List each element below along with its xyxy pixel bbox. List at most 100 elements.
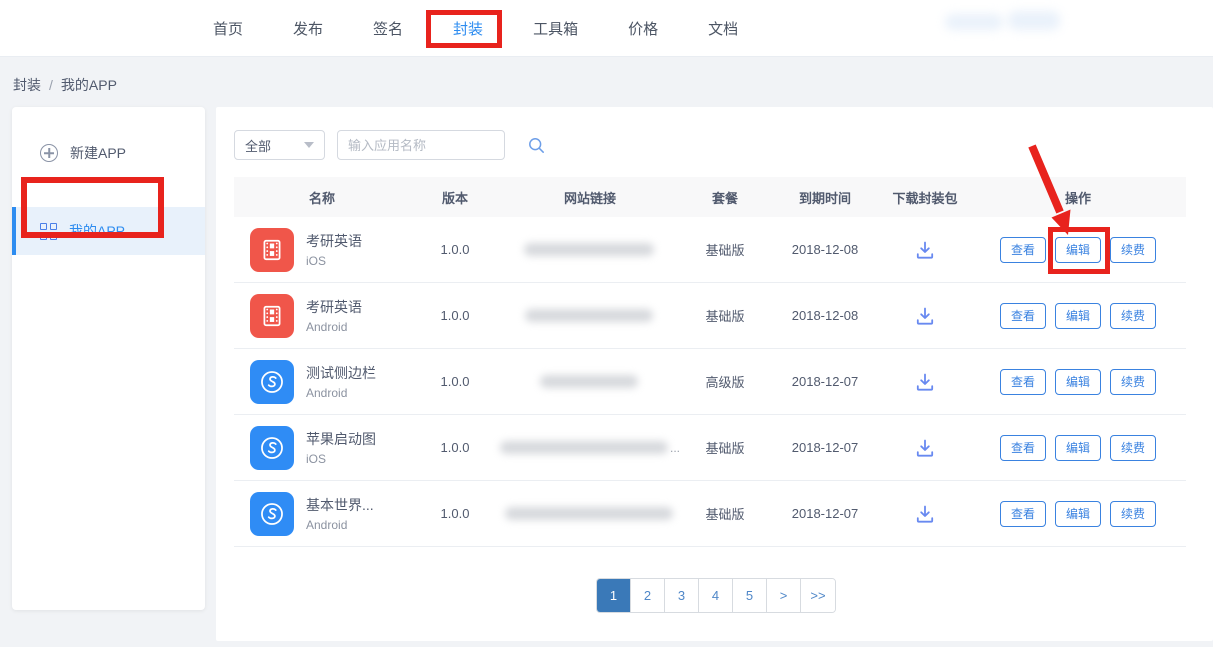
edit-button[interactable]: 编辑	[1055, 369, 1101, 395]
table-row: 考研英语 Android 1.0.0 基础版 2018-12-08 查看 编辑 …	[234, 283, 1186, 349]
renew-button[interactable]: 续费	[1110, 435, 1156, 461]
renew-button[interactable]: 续费	[1110, 303, 1156, 329]
pagination-button-4[interactable]: 4	[699, 579, 733, 612]
s-logo-app-icon	[250, 492, 294, 536]
table-row: 考研英语 iOS 1.0.0 基础版 2018-12-08 查看 编辑 续费	[234, 217, 1186, 283]
search-icon[interactable]	[528, 137, 545, 154]
actions-cell: 查看 编辑 续费	[970, 369, 1186, 395]
table-row: 苹果启动图 iOS 1.0.0 ... 基础版 2018-12-07 查看 编辑…	[234, 415, 1186, 481]
app-version: 1.0.0	[410, 242, 500, 257]
view-button[interactable]: 查看	[1000, 501, 1046, 527]
app-name-cell: 基本世界... Android	[234, 492, 410, 536]
app-name: 测试侧边栏	[306, 363, 376, 383]
nav-tab-首页[interactable]: 首页	[213, 1, 243, 56]
nav-tab-签名[interactable]: 签名	[373, 1, 403, 56]
app-platform: iOS	[306, 452, 376, 466]
view-button[interactable]: 查看	[1000, 369, 1046, 395]
pagination-button-1[interactable]: 1	[597, 579, 631, 612]
sidebar-item-label: 我的APP	[69, 221, 125, 241]
breadcrumb: 封装 / 我的APP	[13, 75, 117, 95]
blurred-user-info	[1008, 11, 1060, 30]
blurred-url	[524, 243, 654, 256]
table-header-cell: 版本	[410, 188, 500, 207]
website-link-cell	[500, 309, 680, 322]
download-package-icon[interactable]	[913, 436, 937, 460]
renew-button[interactable]: 续费	[1110, 369, 1156, 395]
pagination-button->>[interactable]: >>	[801, 579, 835, 612]
sidebar-item-label: 新建APP	[70, 143, 126, 163]
view-button[interactable]: 查看	[1000, 435, 1046, 461]
download-package-icon[interactable]	[913, 304, 937, 328]
download-package-icon[interactable]	[913, 370, 937, 394]
app-name-cell: 苹果启动图 iOS	[234, 426, 410, 470]
app-version: 1.0.0	[410, 440, 500, 455]
film-app-icon	[250, 228, 294, 272]
plan-badge: 基础版	[680, 438, 770, 457]
app-platform: Android	[306, 386, 376, 400]
plus-circle-icon	[40, 144, 58, 162]
s-logo-app-icon	[250, 360, 294, 404]
table-header-cell: 下载封装包	[880, 188, 970, 207]
app-platform: iOS	[306, 254, 362, 268]
table-header-cell: 操作	[970, 188, 1186, 207]
app-version: 1.0.0	[410, 374, 500, 389]
pagination-button->[interactable]: >	[767, 579, 801, 612]
top-header: 首页 发布 签名 封装 工具箱 价格 文档	[0, 0, 1213, 57]
app-name-cell: 考研英语 iOS	[234, 228, 410, 272]
sidebar-item-我的APP[interactable]: 我的APP	[12, 207, 205, 255]
expiry-date: 2018-12-08	[770, 242, 880, 257]
download-package-icon[interactable]	[913, 238, 937, 262]
edit-button[interactable]: 编辑	[1055, 501, 1101, 527]
edit-button[interactable]: 编辑	[1055, 237, 1101, 263]
table-row: 基本世界... Android 1.0.0 基础版 2018-12-07 查看 …	[234, 481, 1186, 547]
pagination-button-3[interactable]: 3	[665, 579, 699, 612]
blurred-url	[525, 309, 653, 322]
renew-button[interactable]: 续费	[1110, 237, 1156, 263]
blurred-url	[540, 375, 638, 388]
table-header-row: 名称版本网站链接套餐到期时间下载封装包操作	[234, 177, 1186, 217]
pagination-button-5[interactable]: 5	[733, 579, 767, 612]
nav-tab-工具箱[interactable]: 工具箱	[533, 1, 578, 56]
website-link-cell: ...	[500, 441, 680, 455]
view-button[interactable]: 查看	[1000, 303, 1046, 329]
plan-badge: 基础版	[680, 306, 770, 325]
grid-icon	[40, 223, 57, 240]
expiry-date: 2018-12-08	[770, 308, 880, 323]
expiry-date: 2018-12-07	[770, 440, 880, 455]
website-link-cell	[500, 375, 680, 388]
edit-button[interactable]: 编辑	[1055, 435, 1101, 461]
breadcrumb-page: 我的APP	[61, 77, 117, 93]
blurred-url	[500, 441, 668, 454]
actions-cell: 查看 编辑 续费	[970, 237, 1186, 263]
breadcrumb-separator: /	[49, 77, 53, 93]
table-header-cell: 套餐	[680, 188, 770, 207]
expiry-date: 2018-12-07	[770, 506, 880, 521]
expiry-date: 2018-12-07	[770, 374, 880, 389]
table-row: 测试侧边栏 Android 1.0.0 高级版 2018-12-07 查看 编辑…	[234, 349, 1186, 415]
nav-tab-发布[interactable]: 发布	[293, 1, 323, 56]
nav-tab-文档[interactable]: 文档	[708, 1, 738, 56]
renew-button[interactable]: 续费	[1110, 501, 1156, 527]
breadcrumb-section[interactable]: 封装	[13, 77, 41, 93]
edit-button[interactable]: 编辑	[1055, 303, 1101, 329]
app-version: 1.0.0	[410, 506, 500, 521]
nav-tab-封装[interactable]: 封装	[453, 1, 483, 56]
app-platform: Android	[306, 320, 362, 334]
category-select[interactable]: 全部	[234, 130, 325, 160]
search-box	[337, 130, 505, 160]
app-version: 1.0.0	[410, 308, 500, 323]
search-input[interactable]	[338, 138, 528, 153]
chevron-down-icon	[304, 142, 314, 148]
view-button[interactable]: 查看	[1000, 237, 1046, 263]
pagination: 12345>>>	[596, 578, 836, 613]
app-name-cell: 测试侧边栏 Android	[234, 360, 410, 404]
pagination-button-2[interactable]: 2	[631, 579, 665, 612]
table-header-cell: 名称	[234, 188, 410, 207]
blurred-user-info	[945, 14, 1003, 30]
nav-tab-价格[interactable]: 价格	[628, 1, 658, 56]
website-link-cell	[500, 507, 680, 520]
sidebar-item-新建APP[interactable]: 新建APP	[12, 131, 205, 175]
main-nav: 首页 发布 签名 封装 工具箱 价格 文档	[213, 0, 738, 57]
download-package-icon[interactable]	[913, 502, 937, 526]
actions-cell: 查看 编辑 续费	[970, 501, 1186, 527]
